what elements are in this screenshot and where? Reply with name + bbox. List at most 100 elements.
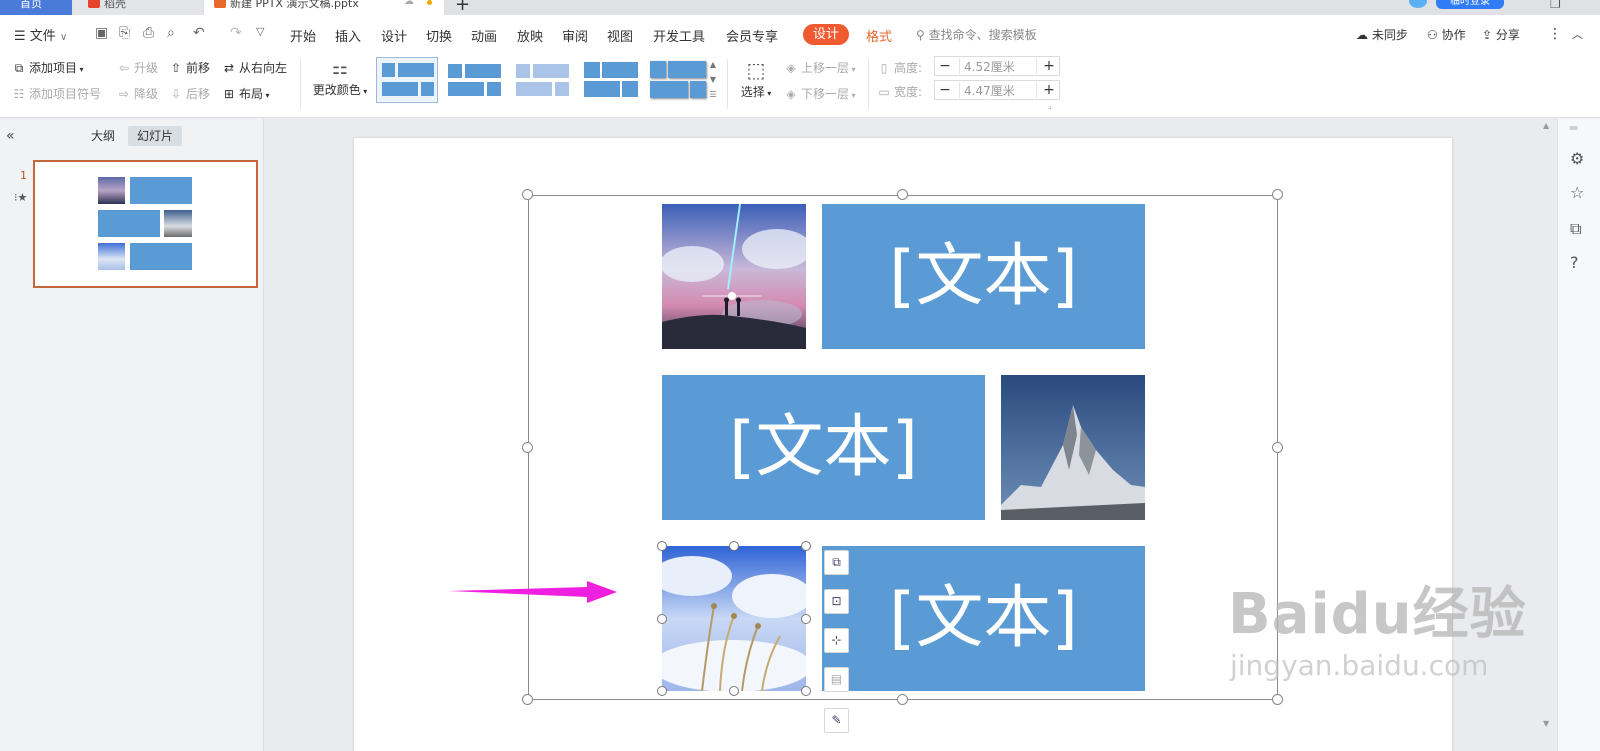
- more-options-icon[interactable]: ⋮: [1548, 26, 1562, 42]
- redo-icon[interactable]: ↷: [230, 25, 242, 41]
- login-button[interactable]: 临时登录: [1436, 0, 1504, 9]
- tab-developer[interactable]: 开发工具: [653, 26, 705, 45]
- picture-snowy-mountain[interactable]: [1001, 375, 1145, 520]
- picture-resize-handle[interactable]: [729, 541, 739, 551]
- gallery-down-icon[interactable]: ▼: [706, 72, 720, 87]
- tab-insert[interactable]: 插入: [335, 26, 361, 45]
- tab-home[interactable]: 首页: [0, 0, 72, 15]
- picture-resize-handle[interactable]: [729, 686, 739, 696]
- gallery-more-icon[interactable]: ☰: [706, 87, 720, 102]
- slide-switch-icon[interactable]: ⧉: [1570, 219, 1581, 239]
- avatar[interactable]: [1409, 0, 1427, 8]
- collapse-panel-icon[interactable]: «: [6, 128, 15, 144]
- height-decrease-button[interactable]: −: [935, 57, 955, 75]
- command-search[interactable]: ⚲ 查找命令、搜索模板: [916, 26, 1037, 43]
- style-option-1[interactable]: [376, 57, 438, 103]
- style-option-5[interactable]: [648, 57, 710, 103]
- text-box-2[interactable]: [文本]: [662, 375, 985, 520]
- height-input[interactable]: [959, 58, 1037, 74]
- picture-resize-handle[interactable]: [801, 541, 811, 551]
- tab-document[interactable]: 新建 PPTX 演示文稿.pptx ☁: [204, 0, 444, 15]
- tab-outline[interactable]: 大纲: [82, 126, 124, 146]
- add-assistant-icon[interactable]: ⊹: [824, 628, 849, 653]
- picture-resize-handle[interactable]: [801, 614, 811, 624]
- picture-resize-handle[interactable]: [657, 614, 667, 624]
- right-to-left-button[interactable]: ⇄ 从右向左: [222, 59, 287, 76]
- tab-format[interactable]: 格式: [866, 26, 892, 45]
- sync-status-button[interactable]: ☁ 未同步: [1356, 26, 1408, 43]
- resize-handle[interactable]: [1272, 694, 1283, 705]
- text-pane-icon[interactable]: ▤: [824, 667, 849, 692]
- adjust-settings-icon[interactable]: ⚙: [1570, 149, 1584, 168]
- collapse-ribbon-icon[interactable]: ︿: [1572, 26, 1583, 42]
- tab-transitions[interactable]: 切换: [426, 26, 452, 45]
- width-increase-button[interactable]: +: [1039, 81, 1059, 99]
- sync-status-label: 未同步: [1371, 28, 1408, 42]
- collaborate-button[interactable]: ⚇ 协作: [1427, 26, 1466, 43]
- text-box-1[interactable]: [文本]: [822, 204, 1145, 349]
- picture-couple-night-sky[interactable]: [662, 204, 806, 349]
- style-brush-icon[interactable]: ✎: [824, 708, 849, 733]
- tab-review[interactable]: 审阅: [562, 26, 588, 45]
- tab-animations[interactable]: 动画: [471, 26, 497, 45]
- demote-button[interactable]: ⇨ 降级: [117, 85, 158, 102]
- style-option-3[interactable]: [512, 57, 574, 103]
- gallery-scroll[interactable]: ▲ ▼ ☰: [706, 57, 720, 105]
- add-shape-below-icon[interactable]: ⊡: [824, 589, 849, 614]
- file-menu[interactable]: ☰ 文件 ∨: [14, 25, 67, 44]
- animation-pane-icon[interactable]: ☆: [1570, 183, 1584, 202]
- scroll-down-icon[interactable]: ▼: [1543, 719, 1549, 728]
- format-painter-icon[interactable]: ⎘: [119, 25, 130, 41]
- picture-resize-handle[interactable]: [657, 541, 667, 551]
- share-button[interactable]: ⇪ 分享: [1482, 26, 1520, 43]
- quick-access-more-icon[interactable]: ▽: [256, 25, 264, 38]
- new-tab-button[interactable]: +: [455, 0, 470, 15]
- change-color-button[interactable]: ⚏ 更改颜色 ▾: [309, 57, 371, 98]
- tab-member[interactable]: 会员专享: [726, 26, 778, 45]
- text-box-3[interactable]: [文本]: [822, 546, 1145, 691]
- promote-button[interactable]: ⇦ 升级: [117, 59, 158, 76]
- save-icon[interactable]: ▣: [95, 25, 108, 41]
- scroll-up-icon[interactable]: ▲: [1543, 121, 1549, 130]
- resize-handle[interactable]: [522, 442, 533, 453]
- slide-thumbnail[interactable]: [33, 160, 258, 288]
- add-item-button[interactable]: ⧉ 添加项目 ▾: [12, 59, 84, 76]
- tab-docer[interactable]: 稻壳: [74, 0, 202, 15]
- add-bullet-button[interactable]: ☷ 添加项目符号: [12, 85, 101, 102]
- send-backward-button[interactable]: ◈ 下移一层 ▾: [784, 85, 855, 102]
- undo-icon[interactable]: ↶: [193, 25, 205, 41]
- height-increase-button[interactable]: +: [1039, 57, 1059, 75]
- picture-resize-handle[interactable]: [801, 686, 811, 696]
- width-decrease-button[interactable]: −: [935, 81, 955, 99]
- help-icon[interactable]: ?: [1570, 253, 1579, 272]
- picture-snow-grass[interactable]: [662, 546, 806, 691]
- tab-slides[interactable]: 幻灯片: [128, 126, 183, 146]
- restore-window-icon[interactable]: ❐: [1550, 0, 1561, 11]
- style-option-2[interactable]: [444, 57, 506, 103]
- resize-handle[interactable]: [897, 189, 908, 200]
- tab-home-ribbon[interactable]: 开始: [290, 26, 316, 45]
- add-shape-after-icon[interactable]: ⧉: [824, 550, 849, 575]
- print-preview-icon[interactable]: ⌕: [167, 25, 175, 41]
- size-dialog-launcher-icon[interactable]: ⌟: [1048, 101, 1052, 110]
- width-input[interactable]: [959, 82, 1037, 98]
- resize-handle[interactable]: [1272, 442, 1283, 453]
- style-option-4[interactable]: [580, 57, 642, 103]
- tab-slideshow[interactable]: 放映: [517, 26, 543, 45]
- vertical-scrollbar[interactable]: ▲ ▼: [1540, 119, 1554, 751]
- tab-smartart-design[interactable]: 设计: [803, 24, 849, 45]
- gallery-up-icon[interactable]: ▲: [706, 57, 720, 72]
- resize-handle[interactable]: [897, 694, 908, 705]
- print-icon[interactable]: ⎙: [143, 25, 154, 41]
- resize-handle[interactable]: [522, 189, 533, 200]
- move-forward-button[interactable]: ⇧ 前移: [169, 59, 210, 76]
- move-back-button[interactable]: ⇩ 后移: [169, 85, 210, 102]
- layout-button[interactable]: ⊞ 布局 ▾: [222, 85, 270, 102]
- bring-forward-button[interactable]: ◈ 上移一层 ▾: [784, 59, 855, 76]
- tab-view[interactable]: 视图: [607, 26, 633, 45]
- resize-handle[interactable]: [1272, 189, 1283, 200]
- select-button[interactable]: ⬚ 选择 ▾: [734, 57, 778, 100]
- tab-design[interactable]: 设计: [381, 26, 407, 45]
- resize-handle[interactable]: [522, 694, 533, 705]
- picture-resize-handle[interactable]: [657, 686, 667, 696]
